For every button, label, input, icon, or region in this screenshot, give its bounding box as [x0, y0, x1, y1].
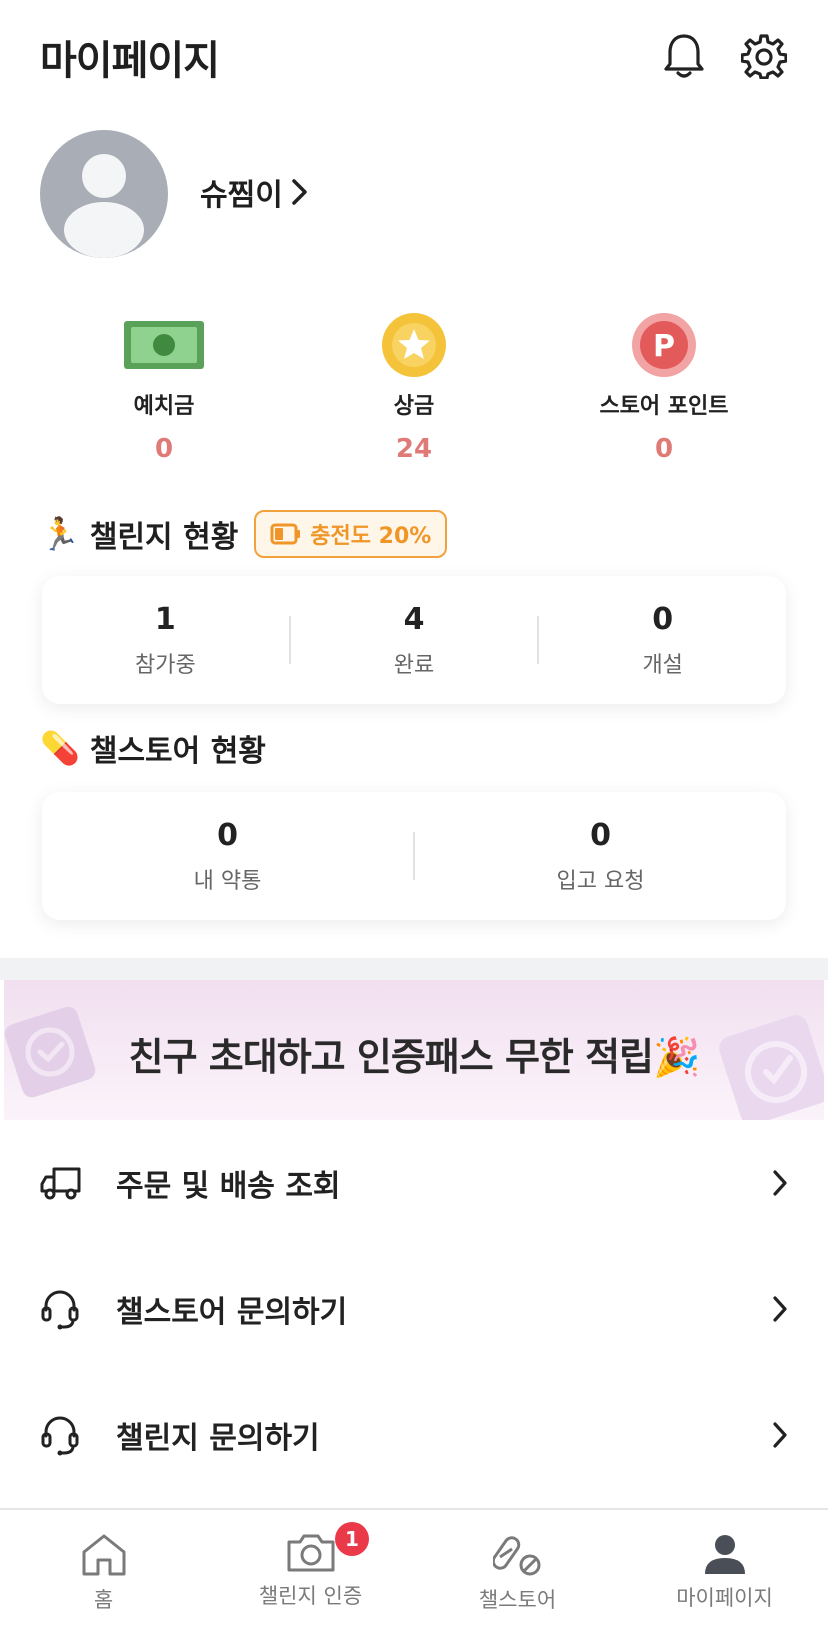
- profile-name: 슈찜이: [200, 178, 283, 213]
- count: 1: [154, 601, 176, 637]
- camera-icon: [287, 1534, 334, 1572]
- nav-store[interactable]: 챌스토어: [414, 1510, 621, 1638]
- challenge-opened[interactable]: 0 개설: [539, 602, 786, 679]
- menu-challenge-inquiry[interactable]: 챌린지 문의하기: [0, 1372, 828, 1498]
- chevron-right-icon: [292, 179, 307, 205]
- menu-label: 챌스토어 문의하기: [116, 1295, 348, 1330]
- svg-text:P: P: [653, 329, 675, 364]
- pill-icon: [492, 1536, 540, 1576]
- store-restock-request[interactable]: 0 입고 요청: [415, 818, 786, 895]
- chevron-right-icon: [773, 1170, 787, 1196]
- truck-icon: [40, 1167, 81, 1200]
- nav-label: 홈: [93, 1588, 114, 1612]
- battery-icon: [270, 523, 301, 545]
- store-pillbox[interactable]: 0 내 약통: [42, 818, 413, 895]
- pill-emoji-icon: 💊: [40, 729, 80, 767]
- menu-label: 주문 및 배송 조회: [116, 1169, 341, 1204]
- stat-value: 0: [154, 434, 174, 464]
- person-icon: [704, 1535, 745, 1574]
- count-label: 완료: [393, 652, 435, 678]
- settings-button[interactable]: [736, 28, 792, 84]
- default-user-icon: [64, 154, 144, 258]
- stat-deposit[interactable]: 예치금 0: [44, 312, 284, 464]
- challenge-status-card: 1 참가중 4 완료 0 개설: [42, 576, 786, 704]
- cash-icon: [124, 321, 204, 369]
- challenge-status-title: 🏃 챌린지 현황 충전도 20%: [40, 510, 448, 558]
- nav-label: 챌스토어: [478, 1588, 557, 1612]
- challenge-participating[interactable]: 1 참가중: [42, 602, 289, 679]
- section-title-text: 챌린지 현황: [89, 520, 239, 555]
- nav-challenge-verify[interactable]: 1 챌린지 인증: [207, 1510, 414, 1638]
- gear-icon: [741, 34, 787, 79]
- chevron-right-icon: [773, 1296, 787, 1322]
- bottom-nav: 홈 1 챌린지 인증 챌스토어 마이페이지: [0, 1508, 828, 1638]
- notification-badge: 1: [335, 1522, 369, 1556]
- count: 4: [403, 601, 425, 637]
- home-icon: [82, 1534, 125, 1576]
- count: 0: [590, 817, 611, 853]
- nav-mypage[interactable]: 마이페이지: [621, 1510, 828, 1638]
- stat-value: 24: [395, 434, 433, 464]
- menu-label: 챌린지 문의하기: [116, 1421, 320, 1456]
- store-status-card: 0 내 약통 0 입고 요청: [42, 792, 786, 920]
- profile-name-link[interactable]: 슈찜이: [200, 170, 309, 214]
- stat-store-point[interactable]: P 스토어 포인트 0: [544, 312, 784, 464]
- headset-icon: [41, 1290, 79, 1330]
- runner-icon: 🏃: [40, 515, 80, 553]
- count: 0: [217, 817, 238, 853]
- nav-label: 챌린지 인증: [258, 1584, 363, 1608]
- count-label: 참가중: [134, 652, 196, 678]
- star-coin-icon: [382, 313, 446, 377]
- stat-value: 0: [654, 434, 674, 464]
- chevron-right-icon: [773, 1422, 787, 1448]
- stat-label: 스토어 포인트: [599, 394, 729, 419]
- notification-button[interactable]: [656, 28, 712, 84]
- stat-label: 상금: [393, 394, 435, 419]
- charge-badge[interactable]: 충전도 20%: [254, 510, 448, 558]
- count-label: 개설: [642, 652, 683, 678]
- count: 0: [652, 601, 674, 637]
- challenge-completed[interactable]: 4 완료: [291, 602, 538, 679]
- bell-icon: [664, 34, 704, 78]
- avatar[interactable]: [40, 130, 168, 258]
- nav-home[interactable]: 홈: [0, 1510, 207, 1638]
- headset-icon: [41, 1416, 79, 1456]
- count-label: 입고 요청: [556, 868, 645, 894]
- store-status-title: 💊 챌스토어 현황: [40, 726, 266, 770]
- invite-banner[interactable]: 친구 초대하고 인증패스 무한 적립🎉: [4, 980, 824, 1120]
- section-separator: [0, 958, 828, 980]
- stat-label: 예치금: [133, 394, 195, 419]
- section-title-text: 챌스토어 현황: [89, 734, 266, 769]
- charge-label: 충전도 20%: [310, 524, 432, 549]
- menu-order-delivery[interactable]: 주문 및 배송 조회: [0, 1120, 828, 1246]
- page-title: 마이페이지: [40, 38, 220, 84]
- nav-label: 마이페이지: [676, 1586, 773, 1610]
- point-coin-icon: P: [632, 313, 696, 377]
- stat-prize[interactable]: 상금 24: [294, 312, 534, 464]
- menu-store-inquiry[interactable]: 챌스토어 문의하기: [0, 1246, 828, 1372]
- banner-text: 친구 초대하고 인증패스 무한 적립🎉: [128, 1035, 701, 1079]
- count-label: 내 약통: [193, 868, 262, 894]
